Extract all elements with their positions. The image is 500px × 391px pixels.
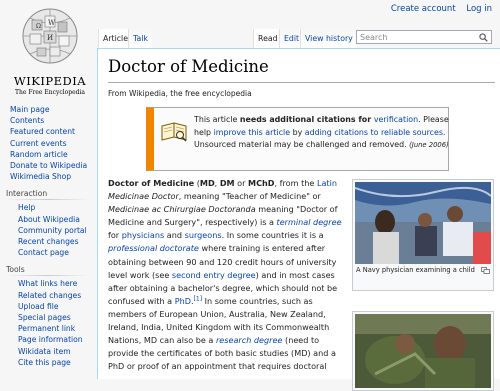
text: or (234, 178, 249, 188)
sidebar-heading-tools[interactable]: Tools (0, 264, 95, 275)
sidebar-item-current-events[interactable]: Current events (10, 138, 95, 149)
tab-article[interactable]: Article (98, 29, 133, 48)
text: for (108, 230, 122, 241)
tab-read[interactable]: Read (253, 29, 282, 48)
adding-citations-link[interactable]: adding citations to reliable sources (305, 128, 443, 137)
text: , meaning "Teacher of Medicine" or (178, 191, 321, 202)
thumbnail-figure: A Navy physician examining a child (352, 179, 494, 291)
search-icon[interactable] (479, 33, 488, 42)
link-terminal-degree[interactable]: terminal degree (277, 217, 342, 227)
caption-text: A Navy physician examining a child (356, 266, 475, 274)
text: , from the (274, 178, 317, 188)
italic-term: Medicinae Doctor (108, 191, 179, 202)
sidebar-heading-interaction[interactable]: Interaction (0, 188, 95, 199)
thumbnail-caption: A Navy physician examining a child (355, 264, 491, 275)
tab-talk[interactable]: Talk (128, 29, 152, 48)
verification-link[interactable]: verification (374, 115, 418, 124)
wordmark: WIKIPEDIA (13, 74, 87, 88)
link-surgeons[interactable]: surgeons (185, 230, 222, 240)
title-divider (108, 82, 495, 83)
sidebar-item-cite-this-page[interactable]: Cite this page (18, 357, 95, 368)
notice-date: (June 2006) (409, 141, 449, 150)
search-input[interactable]: Search (356, 30, 492, 44)
logo-tagline: The Free Encyclopedia (15, 89, 85, 96)
bold-term: MD (199, 178, 215, 188)
citation-ref[interactable]: [1] (194, 295, 203, 302)
lead-paragraph: Doctor of Medicine (MD, DM or MChD, from… (108, 177, 348, 373)
sidebar-item-wikidata-item[interactable]: Wikidata item (18, 346, 95, 357)
bold-term: MChD (248, 178, 275, 188)
wikipedia-logo[interactable]: Ω W И WIKIPEDIA The Free Encyclopedia (10, 6, 90, 96)
sidebar-main-nav: Main page Contents Featured content Curr… (0, 104, 95, 182)
link-phd[interactable]: PhD (175, 296, 191, 306)
svg-text:W: W (48, 19, 56, 27)
svg-text:Ω: Ω (36, 23, 41, 30)
search-placeholder: Search (360, 33, 388, 42)
sidebar-item-about[interactable]: About Wikipedia (18, 214, 95, 225)
book-icon (161, 122, 187, 142)
sidebar-tools-nav: What links here Related changes Upload f… (0, 278, 95, 368)
text: . In some countries it is a (221, 230, 324, 241)
link-professional-doctorate[interactable]: professional doctorate (108, 243, 199, 253)
sidebar-item-help[interactable]: Help (18, 202, 95, 213)
sidebar-interaction-nav: Help About Wikipedia Community portal Re… (0, 202, 95, 258)
sidebar-item-upload-file[interactable]: Upload file (18, 301, 95, 312)
sidebar-divider (6, 275, 89, 277)
site-subtitle: From Wikipedia, the free encyclopedia (108, 89, 252, 98)
bold-term: DM (219, 178, 235, 188)
improve-article-link[interactable]: improve this article (214, 128, 290, 137)
link-second-entry-degree[interactable]: second entry degree (172, 270, 256, 280)
personal-tools: Create account Log in (383, 4, 492, 14)
notice-text: This article (194, 115, 240, 124)
content-area: Doctor of Medicine From Wikipedia, the f… (97, 48, 500, 391)
text: and (164, 230, 185, 241)
create-account-link[interactable]: Create account (391, 4, 456, 14)
sidebar-item-permanent-link[interactable]: Permanent link (18, 323, 95, 334)
sidebar-item-contact-page[interactable]: Contact page (18, 247, 95, 258)
sidebar-item-special-pages[interactable]: Special pages (18, 312, 95, 323)
globe-logo-icon: Ω W И (22, 8, 78, 64)
sidebar-item-donate[interactable]: Donate to Wikipedia (10, 160, 95, 171)
italic-term: Medicinae ac Chirurgiae Doctoranda (108, 204, 256, 215)
sidebar-item-random-article[interactable]: Random article (10, 149, 95, 160)
page-title: Doctor of Medicine (108, 57, 269, 76)
bold-term: Doctor of Medicine (108, 178, 195, 188)
sidebar-item-wikimedia-shop[interactable]: Wikimedia Shop (10, 171, 95, 182)
sidebar-item-contents[interactable]: Contents (10, 115, 95, 126)
sidebar-divider (6, 199, 89, 201)
log-in-link[interactable]: Log in (466, 4, 492, 14)
link-physicians[interactable]: physicians (122, 230, 165, 240)
link-latin[interactable]: Latin (317, 178, 337, 188)
citation-notice-text: This article needs additional citations … (194, 114, 452, 152)
thumbnail-figure (352, 311, 494, 391)
sidebar-item-main-page[interactable]: Main page (10, 104, 95, 115)
magnify-icon[interactable] (481, 267, 490, 274)
citation-notice: This article needs additional citations … (146, 107, 449, 171)
svg-text:И: И (47, 34, 53, 42)
tab-view-history[interactable]: View history (300, 29, 357, 48)
sidebar-item-related-changes[interactable]: Related changes (18, 290, 95, 301)
navy-physician-photo[interactable] (355, 182, 491, 264)
link-research-degree[interactable]: research degree (216, 335, 283, 345)
sidebar-item-community-portal[interactable]: Community portal (18, 225, 95, 236)
sidebar: Main page Contents Featured content Curr… (0, 104, 95, 368)
sidebar-item-recent-changes[interactable]: Recent changes (18, 236, 95, 247)
sidebar-item-what-links-here[interactable]: What links here (18, 278, 95, 289)
notice-text: by (290, 127, 305, 137)
notice-bold: needs additional citations for (239, 115, 374, 124)
sidebar-item-page-information[interactable]: Page information (18, 334, 95, 345)
military-physician-photo[interactable] (355, 314, 491, 388)
sidebar-item-featured-content[interactable]: Featured content (10, 126, 95, 137)
